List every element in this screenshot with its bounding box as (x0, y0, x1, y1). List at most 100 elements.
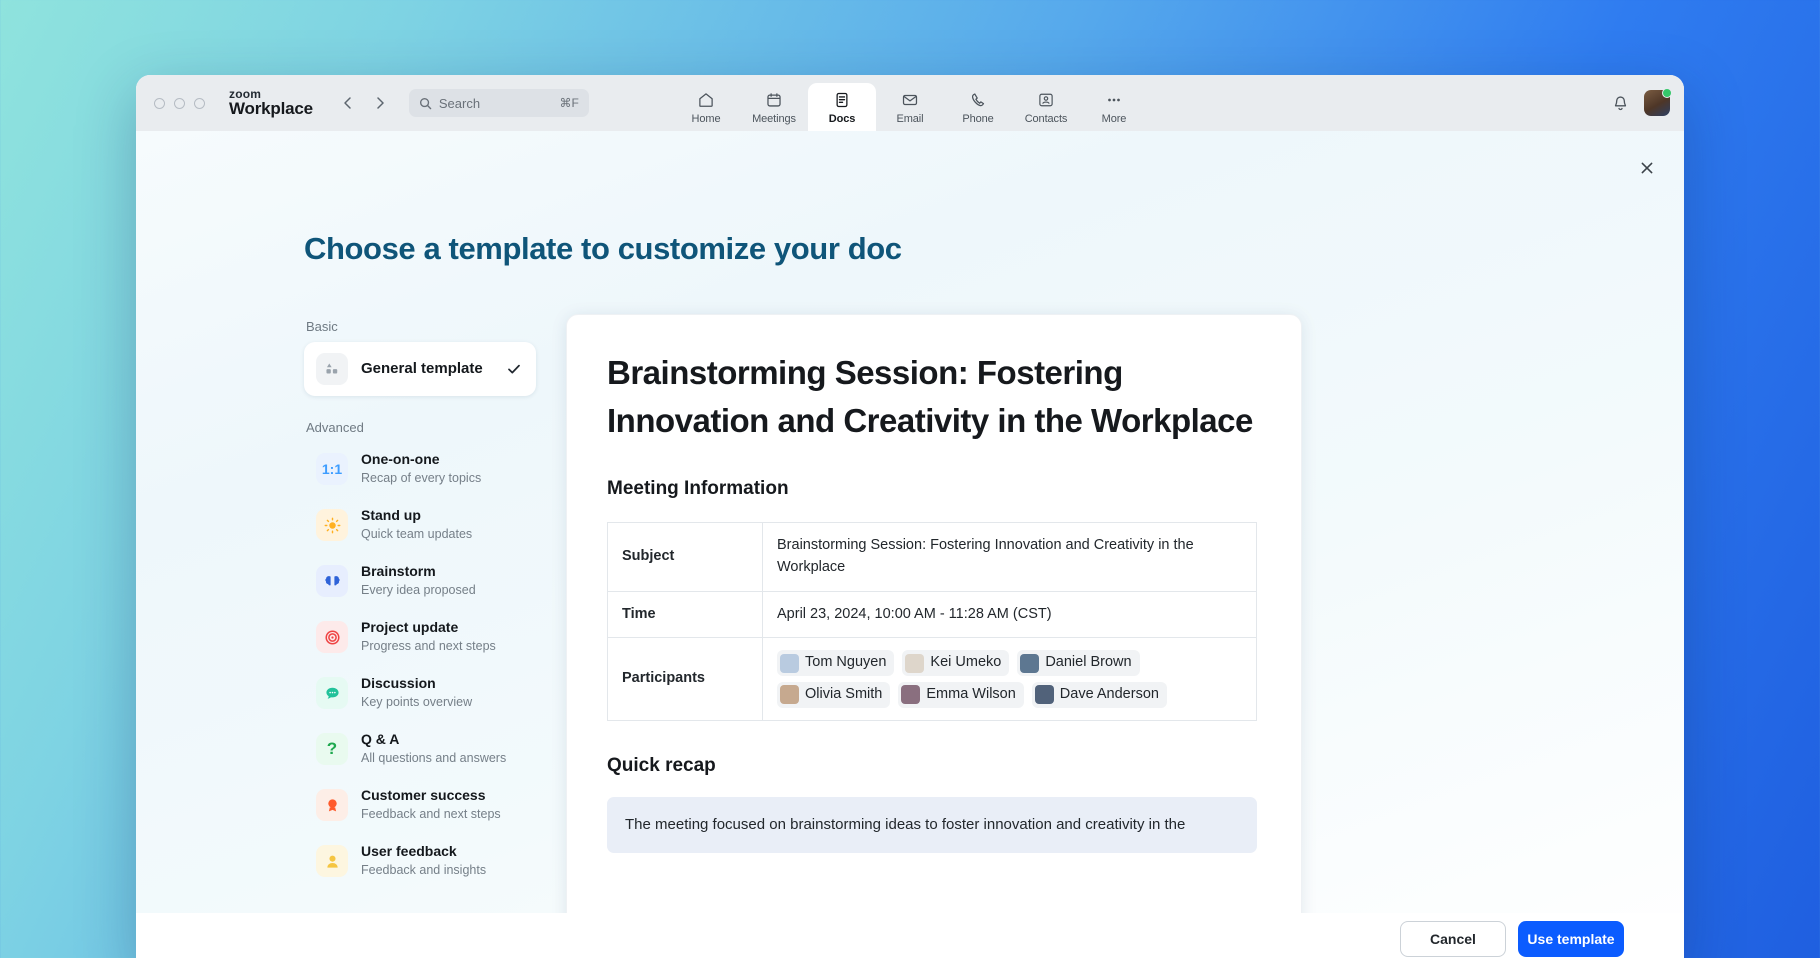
question-mark-icon: ? (316, 733, 348, 765)
avatar (1035, 685, 1054, 704)
avatar (780, 685, 799, 704)
maximize-window-button[interactable] (194, 98, 205, 109)
sidebar-item-customer-success[interactable]: Customer success Feedback and next steps (304, 779, 536, 831)
section-label-advanced: Advanced (306, 420, 536, 435)
tab-contacts[interactable]: Contacts (1012, 83, 1080, 131)
search-placeholder: Search (439, 96, 553, 111)
section-heading-meeting-information: Meeting Information (607, 478, 1257, 500)
cancel-button[interactable]: Cancel (1400, 921, 1506, 957)
app-window: zoom Workplace Search ⌘F Home (136, 75, 1684, 958)
sidebar-item-project-update[interactable]: Project update Progress and next steps (304, 611, 536, 663)
avatar (905, 654, 924, 673)
sun-icon (316, 509, 348, 541)
sidebar-item-subtitle: Key points overview (361, 695, 472, 709)
tab-meetings[interactable]: Meetings (740, 83, 808, 131)
document-icon (833, 90, 851, 110)
template-chooser-modal: Choose a template to customize your doc … (136, 131, 1684, 958)
envelope-icon (901, 90, 919, 110)
calendar-icon (765, 90, 783, 110)
back-button[interactable] (335, 90, 361, 116)
window-controls[interactable] (154, 98, 205, 109)
contacts-icon (1037, 90, 1055, 110)
tab-meetings-label: Meetings (752, 113, 796, 125)
meeting-information-table: Subject Brainstorming Session: Fostering… (607, 522, 1257, 721)
use-template-button[interactable]: Use template (1518, 921, 1624, 957)
template-sidebar: Basic General template Advanced 1:1 (304, 309, 536, 958)
table-cell-value: Brainstorming Session: Fostering Innovat… (763, 523, 1257, 592)
sidebar-item-label: Project update (361, 619, 458, 635)
person-icon (316, 845, 348, 877)
shapes-icon (316, 353, 348, 385)
sidebar-item-label: General template (361, 360, 483, 377)
sidebar-item-text: Customer success Feedback and next steps (361, 787, 522, 823)
sidebar-item-label: Customer success (361, 787, 486, 803)
sidebar-item-subtitle: Feedback and insights (361, 863, 486, 877)
title-bar: zoom Workplace Search ⌘F Home (136, 75, 1684, 131)
tab-phone-label: Phone (962, 113, 993, 125)
sidebar-item-general-template[interactable]: General template (304, 342, 536, 396)
sidebar-item-subtitle: Progress and next steps (361, 639, 496, 653)
table-row: Participants Tom Nguyen Kei Umeko Daniel… (608, 638, 1257, 721)
sidebar-item-subtitle: Feedback and next steps (361, 807, 501, 821)
target-icon (316, 621, 348, 653)
tab-email-label: Email (896, 113, 923, 125)
table-cell-value: April 23, 2024, 10:00 AM - 11:28 AM (CST… (763, 591, 1257, 638)
sidebar-item-q-and-a[interactable]: ? Q & A All questions and answers (304, 723, 536, 775)
sidebar-item-text: Project update Progress and next steps (361, 619, 522, 655)
sidebar-item-text: Brainstorm Every idea proposed (361, 563, 522, 599)
avatar[interactable] (1644, 90, 1670, 116)
list-item: Daniel Brown (1017, 650, 1139, 676)
tab-home[interactable]: Home (672, 83, 740, 131)
modal-footer: Cancel Use template (136, 913, 1684, 958)
forward-button[interactable] (367, 90, 393, 116)
sidebar-item-subtitle: Quick team updates (361, 527, 472, 541)
list-item: Dave Anderson (1032, 682, 1167, 708)
app-logo: zoom Workplace (229, 88, 313, 118)
table-row: Subject Brainstorming Session: Fostering… (608, 523, 1257, 592)
section-heading-quick-recap: Quick recap (607, 755, 1257, 777)
participant-name: Dave Anderson (1060, 684, 1159, 706)
avatar (901, 685, 920, 704)
tab-more[interactable]: More (1080, 83, 1148, 131)
tab-email[interactable]: Email (876, 83, 944, 131)
document-card[interactable]: Brainstorming Session: Fostering Innovat… (566, 314, 1302, 958)
list-item: Kei Umeko (902, 650, 1009, 676)
sidebar-item-subtitle: Recap of every topics (361, 471, 481, 485)
sidebar-item-discussion[interactable]: Discussion Key points overview (304, 667, 536, 719)
list-item: Olivia Smith (777, 682, 890, 708)
tab-phone[interactable]: Phone (944, 83, 1012, 131)
brand-workplace: Workplace (229, 100, 313, 117)
tab-docs-label: Docs (829, 113, 856, 125)
tab-home-label: Home (692, 113, 721, 125)
bell-icon[interactable] (1611, 94, 1630, 113)
sidebar-item-user-feedback[interactable]: User feedback Feedback and insights (304, 835, 536, 887)
tab-docs[interactable]: Docs (808, 83, 876, 131)
tab-more-label: More (1102, 113, 1127, 125)
sidebar-item-brainstorm[interactable]: Brainstorm Every idea proposed (304, 555, 536, 607)
participant-name: Olivia Smith (805, 684, 882, 706)
sidebar-item-stand-up[interactable]: Stand up Quick team updates (304, 499, 536, 551)
table-cell-key: Subject (608, 523, 763, 592)
sidebar-item-subtitle: Every idea proposed (361, 583, 476, 597)
sidebar-item-text: User feedback Feedback and insights (361, 843, 522, 879)
quick-recap-text: The meeting focused on brainstorming ide… (607, 797, 1257, 853)
sidebar-item-one-on-one[interactable]: 1:1 One-on-one Recap of every topics (304, 443, 536, 495)
table-row: Time April 23, 2024, 10:00 AM - 11:28 AM… (608, 591, 1257, 638)
participant-name: Daniel Brown (1045, 652, 1131, 674)
close-icon[interactable] (1632, 153, 1662, 183)
sidebar-item-label: Stand up (361, 507, 421, 523)
phone-icon (969, 90, 987, 110)
page-title: Choose a template to customize your doc (304, 231, 902, 267)
section-label-basic: Basic (306, 319, 536, 334)
ribbon-icon (316, 789, 348, 821)
close-window-button[interactable] (154, 98, 165, 109)
sidebar-item-text: Stand up Quick team updates (361, 507, 522, 543)
minimize-window-button[interactable] (174, 98, 185, 109)
sidebar-item-label: One-on-one (361, 451, 440, 467)
sidebar-item-label: Brainstorm (361, 563, 436, 579)
search-icon (419, 97, 432, 110)
table-cell-key: Time (608, 591, 763, 638)
home-icon (697, 90, 715, 110)
search-input[interactable]: Search ⌘F (409, 89, 589, 117)
participant-name: Tom Nguyen (805, 652, 886, 674)
